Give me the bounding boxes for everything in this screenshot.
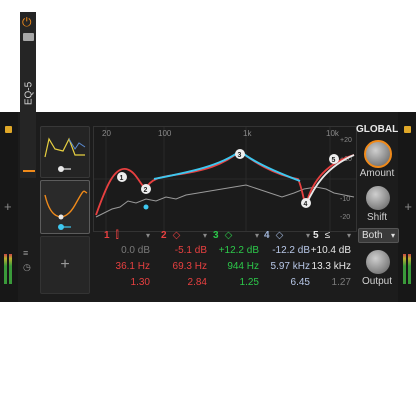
freq-label: 20 — [102, 129, 111, 138]
band-2-freq[interactable]: 69.3 Hz — [153, 259, 213, 275]
input-meter-left — [4, 254, 7, 284]
band-1-panel[interactable]: 1 ⫿ ▾ 0.0 dB 36.1 Hz 1.30 — [96, 229, 156, 289]
notch-icon[interactable]: ◇ — [276, 230, 284, 241]
band-5-number: 5 — [313, 230, 319, 241]
db-label: +20 — [340, 137, 352, 144]
band-5-q[interactable]: 1.27 — [305, 275, 357, 291]
chevron-down-icon: ▾ — [390, 231, 395, 240]
output-knob[interactable] — [366, 250, 390, 274]
band-2-dot — [143, 204, 149, 210]
modulator-slot-2[interactable] — [40, 180, 90, 234]
global-title: GLOBAL — [356, 124, 399, 135]
input-meter-right — [9, 254, 12, 284]
db-label: -20 — [340, 214, 350, 221]
band-1-q[interactable]: 1.30 — [96, 275, 156, 291]
add-modulator-button[interactable]: + — [40, 236, 90, 294]
folder-icon[interactable] — [23, 33, 34, 41]
mode-select[interactable]: Both ▾ — [358, 228, 399, 243]
amount-label: Amount — [359, 168, 395, 179]
amount-knob[interactable] — [364, 140, 392, 168]
chevron-down-icon[interactable]: ▾ — [347, 229, 351, 243]
output-label: Output — [361, 276, 393, 287]
band-5-freq[interactable]: 13.3 kHz — [305, 259, 357, 275]
high-shelf-icon[interactable]: ≤ — [325, 230, 331, 241]
band-handle-label: 1 — [120, 175, 124, 182]
band-handle-label: 5 — [332, 157, 336, 164]
band-handle-label: 4 — [304, 201, 308, 208]
eq-curve-display: 20 100 1k 10k +20 +10 -10 -20 1 2 3 4 5 — [94, 127, 356, 231]
lfo-waveform-icon — [44, 137, 86, 172]
band-2-gain[interactable]: -5.1 dB — [153, 243, 213, 259]
freq-label: 1k — [243, 129, 252, 138]
freq-label: 10k — [326, 129, 340, 138]
power-icon[interactable]: ⏻ — [22, 16, 32, 28]
modulation-icon[interactable] — [23, 170, 35, 172]
right-indicator-light — [404, 126, 411, 133]
chevron-down-icon[interactable]: ▾ — [146, 229, 150, 243]
notch-icon[interactable]: ◇ — [173, 230, 181, 241]
shift-knob[interactable] — [366, 186, 390, 210]
device-title: EQ-5 — [23, 81, 35, 106]
band-3-number: 3 — [213, 230, 219, 241]
band-handle-label: 2 — [144, 187, 148, 194]
band-1-gain[interactable]: 0.0 dB — [96, 243, 156, 259]
band-2-number: 2 — [161, 230, 167, 241]
add-device-right-icon[interactable]: + — [404, 200, 412, 213]
band-2-q[interactable]: 2.84 — [153, 275, 213, 291]
band-1-number: 1 — [104, 230, 110, 241]
add-device-left-icon[interactable]: + — [4, 200, 12, 213]
clock-icon[interactable]: ◷ — [23, 262, 31, 273]
mode-value: Both — [362, 230, 383, 241]
freq-label: 100 — [158, 129, 172, 138]
band-handle-label: 3 — [238, 152, 242, 159]
output-meter-left — [403, 254, 406, 284]
low-cut-icon[interactable]: ⫿ — [116, 230, 119, 241]
shift-label: Shift — [366, 212, 387, 223]
db-label: -10 — [340, 196, 350, 203]
band-5-panel[interactable]: 5 ≤ ▾ +10.4 dB 13.3 kHz 1.27 — [305, 229, 357, 289]
meter-icon[interactable]: ≡ — [23, 248, 28, 258]
left-indicator-light — [5, 126, 12, 133]
output-meter-right — [408, 254, 411, 284]
envelope-waveform-icon — [44, 190, 88, 230]
band-1-freq[interactable]: 36.1 Hz — [96, 259, 156, 275]
band-2-panel[interactable]: 2 ◇ ▾ -5.1 dB 69.3 Hz 2.84 — [153, 229, 213, 289]
modulator-slot-1[interactable] — [40, 126, 90, 178]
band-4-number: 4 — [264, 230, 270, 241]
bell-icon[interactable]: ◇ — [225, 230, 233, 241]
band-5-gain[interactable]: +10.4 dB — [305, 243, 357, 259]
eq-graph[interactable]: 20 100 1k 10k +20 +10 -10 -20 1 2 3 4 5 — [93, 126, 357, 232]
